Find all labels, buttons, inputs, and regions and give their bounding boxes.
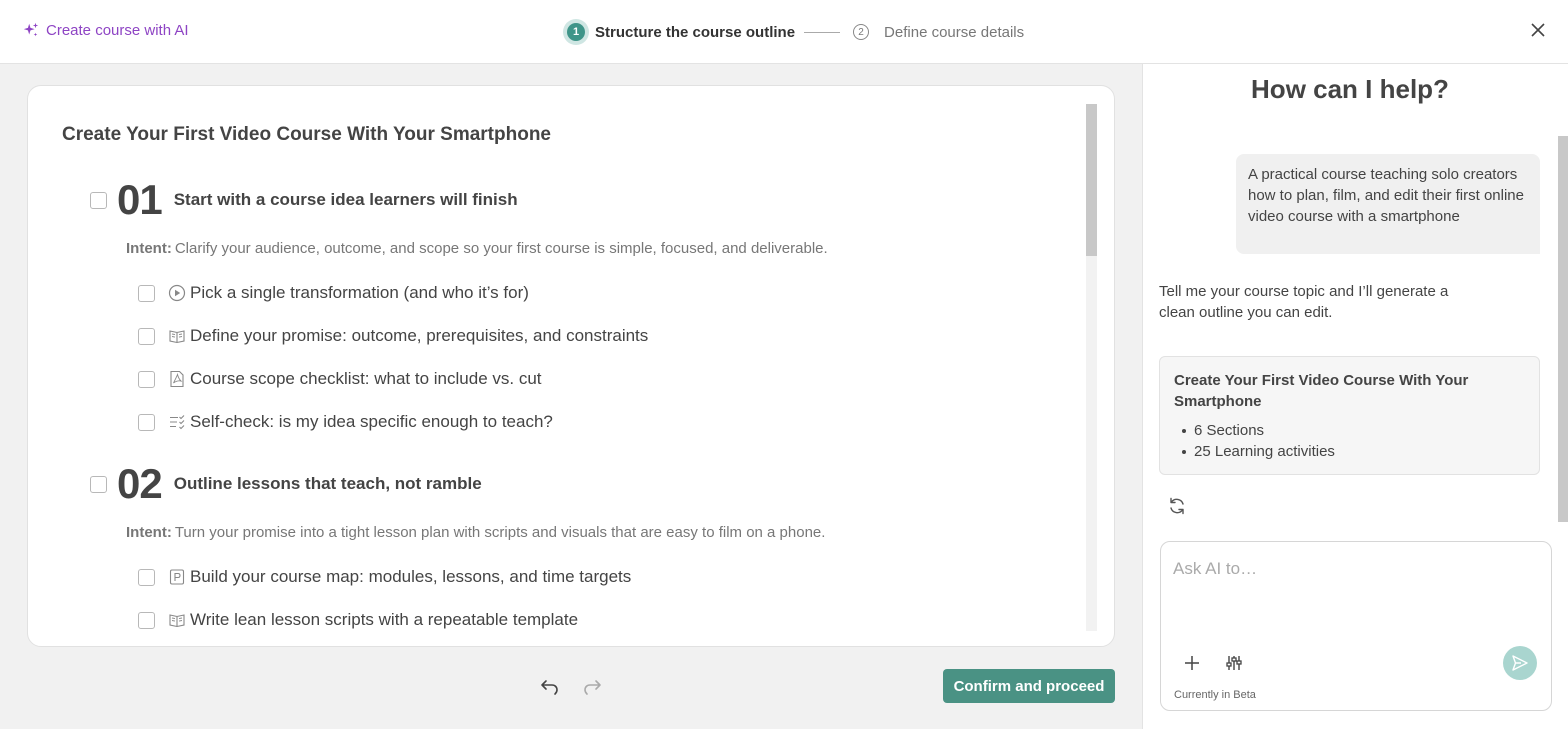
section-intent: Intent: Clarify your audience, outcome, a… [126,240,828,257]
section-checkbox[interactable] [90,191,107,209]
section-header: 01 Start with a course idea learners wil… [90,179,518,221]
intent-label: Intent: [126,524,172,541]
redo-icon[interactable] [581,675,603,697]
book-icon [169,330,185,344]
book-icon [169,614,185,628]
quiz-icon [170,415,185,430]
send-icon [1512,655,1528,671]
outline-scroll-content[interactable]: Create Your First Video Course With Your… [28,86,1086,646]
video-icon [168,284,186,302]
presentation-icon [169,569,185,585]
activity-label[interactable]: Define your promise: outcome, prerequisi… [190,326,648,346]
activity-item: Build your course map: modules, lessons,… [138,567,631,587]
activity-label[interactable]: Course scope checklist: what to include … [190,369,542,389]
activity-checkbox[interactable] [138,611,155,629]
step-1-label[interactable]: Structure the course outline [595,24,795,41]
activity-checkbox[interactable] [138,327,155,345]
activity-item: Course scope checklist: what to include … [138,369,542,389]
section-number: 01 [117,176,163,223]
activity-label[interactable]: Self-check: is my idea specific enough t… [190,412,553,432]
activity-label[interactable]: Pick a single transformation (and who it… [190,283,529,303]
section-checkbox[interactable] [90,475,107,493]
activity-checkbox[interactable] [138,370,155,388]
outline-card: Create Your First Video Course With Your… [27,85,1115,647]
activity-item: Define your promise: outcome, prerequisi… [138,326,648,346]
send-button[interactable] [1503,646,1537,680]
beta-label: Currently in Beta [1174,689,1256,701]
assistant-title: How can I help? [1251,74,1449,104]
step-2-number: 2 [853,24,870,40]
ai-assistant-panel: How can I help? A practical course teach… [1142,64,1568,729]
activity-label[interactable]: Write lean lesson scripts with a repeata… [190,610,578,630]
close-icon[interactable] [1528,20,1548,40]
sparkle-icon [23,22,39,37]
undo-icon[interactable] [539,675,561,697]
activity-checkbox[interactable] [138,284,155,302]
brand-label: Create course with AI [46,21,189,39]
outline-scrollbar-thumb[interactable] [1086,104,1097,256]
ask-ai-input[interactable] [1173,554,1533,584]
step-1-indicator[interactable]: 1 [563,19,589,45]
chat-composer: Currently in Beta [1160,541,1552,711]
step-2-label[interactable]: Define course details [884,24,1024,41]
summary-item: 25 Learning activities [1174,441,1525,462]
intent-label: Intent: [126,240,172,257]
step-connector [804,31,841,33]
outline-summary-card[interactable]: Create Your First Video Course With Your… [1159,356,1540,475]
outline-scrollbar[interactable] [1086,104,1097,631]
refresh-icon[interactable] [1167,496,1187,516]
summary-title: Create Your First Video Course With Your… [1174,372,1469,410]
summary-item: 6 Sections [1174,420,1525,441]
intent-text[interactable]: Clarify your audience, outcome, and scop… [175,240,828,257]
plus-icon[interactable] [1183,654,1201,672]
ai-message: Tell me your course topic and I’ll gener… [1159,283,1449,321]
activity-item: Pick a single transformation (and who it… [138,283,529,303]
step-1-number: 1 [567,23,585,41]
confirm-proceed-button[interactable]: Confirm and proceed [943,669,1115,703]
activity-item: Self-check: is my idea specific enough t… [138,412,553,432]
top-bar: Create course with AI 1 Structure the co… [0,0,1568,64]
activity-label[interactable]: Build your course map: modules, lessons,… [190,567,631,587]
course-title[interactable]: Create Your First Video Course With Your… [62,124,551,146]
section-number: 02 [117,460,163,507]
activity-item: Write lean lesson scripts with a repeata… [138,610,578,630]
intent-text[interactable]: Turn your promise into a tight lesson pl… [175,524,826,541]
step-2-indicator[interactable]: 2 [848,19,874,45]
activity-checkbox[interactable] [138,413,155,431]
create-course-ai-link[interactable]: Create course with AI [22,21,189,39]
user-message: A practical course teaching solo creator… [1236,154,1540,254]
activity-checkbox[interactable] [138,568,155,586]
summary-list: 6 Sections 25 Learning activities [1174,420,1525,462]
outline-area: Create Your First Video Course With Your… [0,64,1142,729]
section-intent: Intent: Turn your promise into a tight le… [126,524,825,541]
pdf-icon [170,370,184,388]
section-header: 02 Outline lessons that teach, not rambl… [90,463,482,505]
section-title[interactable]: Outline lessons that teach, not ramble [174,474,482,494]
stepper: 1 Structure the course outline 2 Define … [563,18,1024,46]
chat-scrollbar[interactable] [1558,136,1568,522]
section-title[interactable]: Start with a course idea learners will f… [174,190,518,210]
settings-sliders-icon[interactable] [1225,654,1243,672]
